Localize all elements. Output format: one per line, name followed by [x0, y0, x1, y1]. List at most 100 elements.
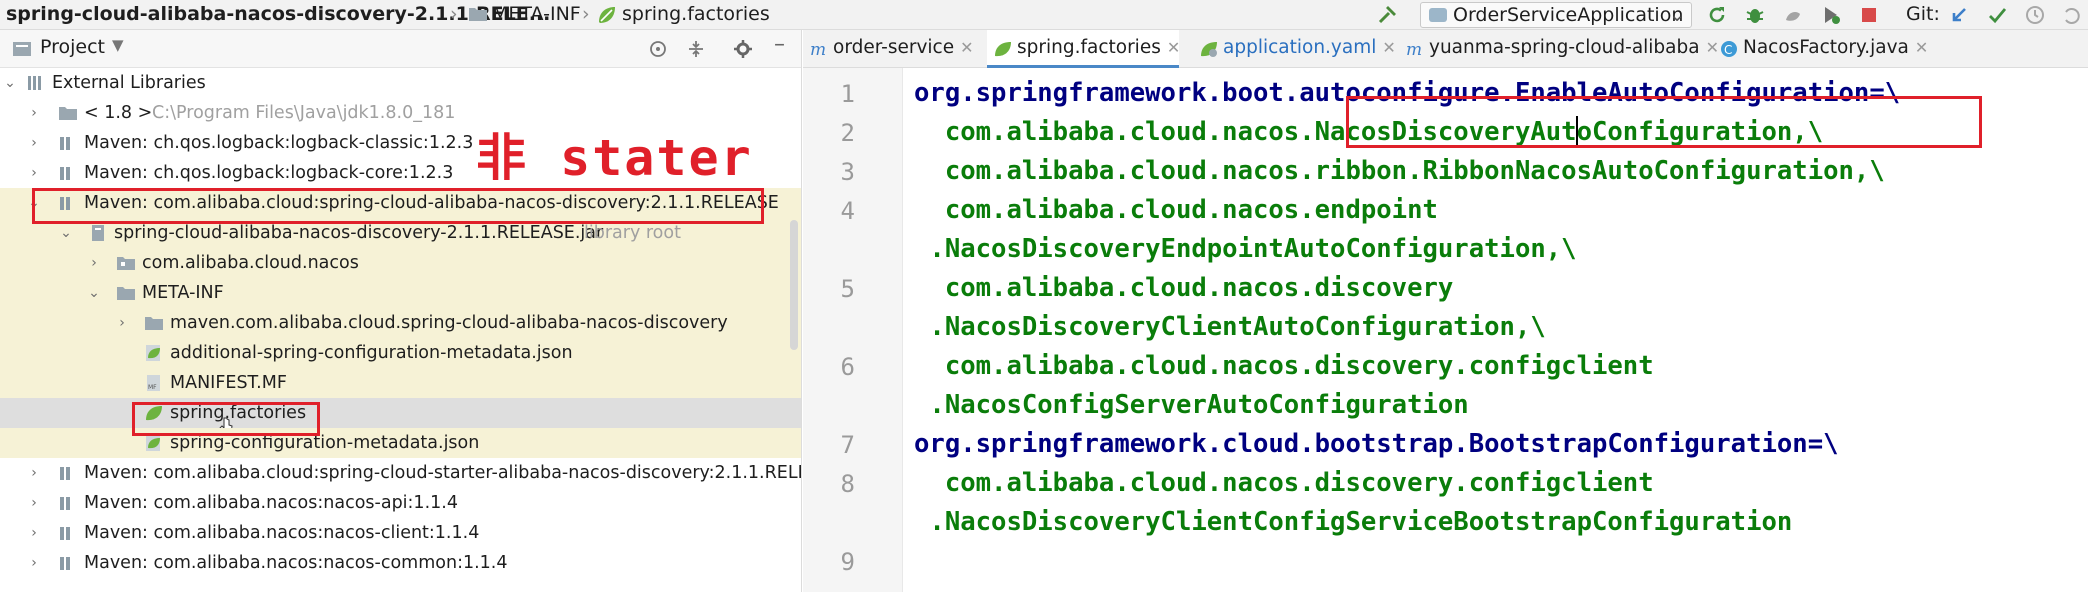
- gear-icon[interactable]: [733, 39, 753, 59]
- jar-icon: [92, 225, 104, 241]
- project-panel: Project ▼ – ⌄ External Libraries › < 1.8…: [0, 30, 802, 592]
- code-line: com.alibaba.cloud.nacos.discovery.config…: [914, 351, 1654, 381]
- library-icon: [60, 467, 70, 480]
- svg-text:m: m: [1406, 40, 1422, 59]
- code-line: .NacosConfigServerAutoConfiguration: [914, 390, 1469, 420]
- tree-item-external-libraries[interactable]: ⌄ External Libraries: [0, 68, 801, 98]
- tree-item-file[interactable]: additional-spring-configuration-metadata…: [0, 338, 801, 368]
- library-icon: [60, 527, 70, 540]
- chevron-right-icon[interactable]: ›: [114, 308, 130, 338]
- code-line: .NacosDiscoveryClientConfigServiceBootst…: [914, 507, 1793, 537]
- stop-icon[interactable]: [1858, 4, 1880, 26]
- chevron-right-icon[interactable]: ›: [26, 458, 42, 488]
- tree-item-maven-library[interactable]: › Maven: com.alibaba.cloud:spring-cloud-…: [0, 458, 802, 488]
- svg-text:m: m: [810, 40, 826, 59]
- tab-spring-factories[interactable]: spring.factories ✕: [987, 30, 1180, 68]
- json-spring-icon: [146, 435, 160, 451]
- tree-item-label: Maven: com.alibaba.cloud:spring-cloud-st…: [84, 463, 802, 483]
- chevron-right-icon[interactable]: ›: [26, 548, 42, 578]
- chevron-down-icon[interactable]: ⌄: [86, 278, 102, 308]
- breadcrumb-separator: ›: [450, 3, 458, 25]
- coverage-icon[interactable]: [1782, 4, 1804, 26]
- library-icon: [60, 167, 70, 180]
- tree-item-file[interactable]: MF MANIFEST.MF: [0, 368, 801, 398]
- highlight-box-discovery-autoconfig: [1346, 96, 1982, 148]
- folder-icon: [145, 317, 163, 330]
- yaml-spring-icon: [1201, 42, 1217, 57]
- breadcrumb-folder[interactable]: META-INF: [492, 0, 581, 30]
- revert-icon[interactable]: [2060, 4, 2082, 26]
- tree-item-label: < 1.8 >: [84, 103, 153, 123]
- minimize-icon[interactable]: –: [774, 32, 785, 57]
- highlight-box-spring-factories: [132, 402, 320, 436]
- tree-item-maven-library[interactable]: › Maven: com.alibaba.nacos:nacos-client:…: [0, 518, 801, 548]
- module-icon: m: [1406, 40, 1422, 59]
- tree-item-label: Maven: ch.qos.logback:logback-core:1.2.3: [84, 163, 454, 183]
- annotation-text: 非 stater: [476, 129, 753, 187]
- close-icon[interactable]: ✕: [1167, 38, 1180, 57]
- line-number: 4: [840, 197, 855, 225]
- tree-item-label: Maven: com.alibaba.nacos:nacos-api:1.1.4: [84, 493, 458, 513]
- git-update-icon[interactable]: [1948, 4, 1970, 26]
- folder-icon: [469, 8, 487, 21]
- code-line: com.alibaba.cloud.nacos.ribbon.RibbonNac…: [914, 156, 1885, 186]
- tab-label: yuanma-spring-cloud-alibaba: [1429, 37, 1700, 58]
- project-panel-header: Project ▼ –: [0, 30, 801, 68]
- profile-icon[interactable]: [1820, 4, 1842, 26]
- tree-item-folder[interactable]: › maven.com.alibaba.cloud.spring-cloud-a…: [0, 308, 801, 338]
- chevron-right-icon[interactable]: ›: [26, 98, 42, 128]
- tab-order-service[interactable]: m order-service ✕: [803, 30, 979, 68]
- git-commit-icon[interactable]: [1986, 4, 2008, 26]
- chevron-right-icon[interactable]: ›: [26, 518, 42, 548]
- hammer-icon[interactable]: [1376, 4, 1398, 26]
- chevron-right-icon[interactable]: ›: [26, 158, 42, 188]
- locate-icon[interactable]: [648, 39, 668, 59]
- json-spring-icon: [146, 345, 160, 361]
- editor-tab-bar: m order-service ✕ spring.factories ✕ appli…: [803, 30, 2088, 68]
- history-icon[interactable]: [2024, 4, 2046, 26]
- project-scrollbar[interactable]: [790, 220, 798, 350]
- tree-item-path: C:\Program Files\Java\jdk1.8.0_181: [152, 103, 456, 123]
- tree-item-label: External Libraries: [52, 73, 206, 93]
- tree-item-meta-inf[interactable]: ⌄ META-INF: [0, 278, 801, 308]
- expand-arrow-icon[interactable]: ⌄: [2, 68, 18, 98]
- dropdown-icon[interactable]: ▼: [112, 36, 124, 54]
- jdk-folder-icon: [59, 107, 77, 120]
- tab-yuanma-spring-cloud-alibaba[interactable]: m yuanma-spring-cloud-alibaba ✕: [1399, 30, 1719, 68]
- rerun-icon[interactable]: [1706, 4, 1728, 26]
- close-icon[interactable]: ✕: [960, 38, 973, 57]
- line-number: 9: [840, 548, 855, 576]
- chevron-right-icon[interactable]: ›: [86, 248, 102, 278]
- tree-item-spring-factories[interactable]: spring.factories: [0, 398, 801, 435]
- debug-icon[interactable]: [1744, 4, 1766, 26]
- tree-item-label: MANIFEST.MF: [170, 373, 287, 393]
- tree-item-maven-library[interactable]: › Maven: com.alibaba.nacos:nacos-common:…: [0, 548, 801, 578]
- tree-item-file[interactable]: spring-configuration-metadata.json: [0, 428, 801, 458]
- tab-application-yaml[interactable]: application.yaml ✕: [1193, 30, 1396, 68]
- line-number: 1: [840, 80, 855, 108]
- tree-item-maven-library[interactable]: › Maven: com.alibaba.nacos:nacos-api:1.1…: [0, 488, 801, 518]
- run-configuration-select[interactable]: OrderServiceApplication ⌄: [1420, 2, 1692, 28]
- library-icon: [60, 137, 70, 150]
- tab-nacosfactory-java[interactable]: C NacosFactory.java ✕: [1713, 30, 1928, 68]
- project-panel-title[interactable]: Project: [40, 36, 105, 58]
- navigation-bar: spring-cloud-alibaba-nacos-discovery-2.1…: [0, 0, 2088, 30]
- chevron-right-icon[interactable]: ›: [26, 128, 42, 158]
- close-icon[interactable]: ✕: [1915, 38, 1928, 57]
- line-number: 6: [840, 353, 855, 381]
- breadcrumb-separator: ›: [582, 3, 590, 25]
- spring-leaf-icon: [599, 7, 615, 23]
- collapse-all-icon[interactable]: [686, 39, 706, 59]
- line-number: 5: [840, 275, 855, 303]
- line-number-gutter: 1 2 3 4 5 6 7 8 9: [803, 68, 903, 592]
- svg-text:MF: MF: [148, 384, 157, 391]
- breadcrumb-file[interactable]: spring.factories: [622, 0, 770, 30]
- chevron-right-icon[interactable]: ›: [26, 488, 42, 518]
- folder-icon: [117, 287, 135, 300]
- line-number: 8: [840, 470, 855, 498]
- app-icon: [1429, 8, 1447, 22]
- svg-text:C: C: [1724, 43, 1732, 57]
- tree-item-package[interactable]: › com.alibaba.cloud.nacos: [0, 248, 801, 278]
- code-line: org.springframework.cloud.bootstrap.Boot…: [914, 429, 1839, 459]
- close-icon[interactable]: ✕: [1382, 38, 1395, 57]
